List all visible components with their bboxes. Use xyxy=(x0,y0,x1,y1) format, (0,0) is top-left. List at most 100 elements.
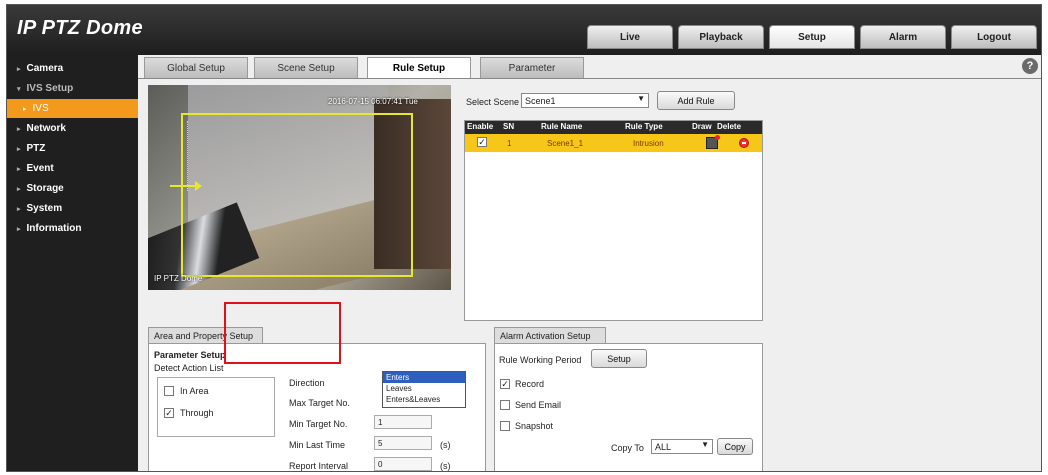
col-sn: SN xyxy=(503,122,515,131)
record-checkbox[interactable]: ✓ xyxy=(500,379,510,389)
main-content: Global Setup Scene Setup Rule Setup Para… xyxy=(138,55,1041,471)
sidebar-item-ptz[interactable]: ▸ PTZ xyxy=(7,139,138,158)
chevron-right-icon: ▸ xyxy=(17,145,21,153)
delete-icon[interactable] xyxy=(739,138,749,148)
max-target-label: Max Target No. xyxy=(289,398,350,408)
working-period-setup-button[interactable]: Setup xyxy=(591,349,647,368)
direction-dropdown-list[interactable]: Enters Leaves Enters&Leaves xyxy=(382,371,466,408)
rule-enable-checkbox[interactable]: ✓ xyxy=(477,137,487,147)
sidebar-item-information[interactable]: ▸ Information xyxy=(7,219,138,238)
direction-label: Direction xyxy=(289,378,325,388)
tab-divider xyxy=(138,78,1041,79)
through-label: Through xyxy=(180,408,214,418)
col-enable: Enable xyxy=(467,122,494,131)
app-window: IP PTZ Dome Live Playback Setup Alarm Lo… xyxy=(6,4,1042,472)
col-rule-type: Rule Type xyxy=(625,122,663,131)
add-rule-button[interactable]: Add Rule xyxy=(657,91,735,110)
snapshot-checkbox[interactable] xyxy=(500,421,510,431)
detect-action-label: Detect Action List xyxy=(154,363,224,373)
sidebar-item-label: IVS Setup xyxy=(26,83,74,94)
sidebar-item-label: PTZ xyxy=(26,143,46,154)
chevron-right-icon: ▸ xyxy=(17,165,21,173)
tab-rule-setup[interactable]: Rule Setup xyxy=(367,57,471,79)
nav-playback-button[interactable]: Playback xyxy=(678,25,764,49)
tab-alarm-activation-setup[interactable]: Alarm Activation Setup xyxy=(494,327,606,343)
copy-to-value: ALL xyxy=(655,441,672,452)
rules-table-header: Enable SN Rule Name Rule Type Draw Delet… xyxy=(465,121,762,134)
rule-region-rectangle[interactable] xyxy=(181,113,413,277)
detect-action-list: In Area ✓ Through xyxy=(157,377,275,437)
sidebar-item-network[interactable]: ▸ Network xyxy=(7,119,138,138)
tab-scene-setup[interactable]: Scene Setup xyxy=(254,57,358,79)
chevron-right-icon: ▸ xyxy=(17,225,21,233)
sidebar: ▸ Camera ▾ IVS Setup ▸ IVS ▸ Network ▸ PTZ ▸ E… xyxy=(7,55,138,471)
min-last-time-input[interactable]: 5 xyxy=(374,436,432,450)
nav-alarm-button[interactable]: Alarm xyxy=(860,25,946,49)
nav-logout-button[interactable]: Logout xyxy=(951,25,1037,49)
nav-setup-button[interactable]: Setup xyxy=(769,25,855,49)
send-email-checkbox[interactable] xyxy=(500,400,510,410)
tab-global-setup[interactable]: Global Setup xyxy=(144,57,248,79)
rules-table: Enable SN Rule Name Rule Type Draw Delet… xyxy=(464,120,763,321)
sidebar-item-system[interactable]: ▸ System xyxy=(7,199,138,218)
report-interval-unit: (s) xyxy=(440,461,451,471)
min-target-label: Min Target No. xyxy=(289,419,348,429)
col-rule-name: Rule Name xyxy=(541,122,583,131)
sidebar-item-label: System xyxy=(26,203,63,214)
video-preview[interactable]: 2016-07-15 06:07:41 Tue IP PTZ Dome xyxy=(148,85,451,290)
parameter-setup-title: Parameter Setup xyxy=(154,350,226,360)
direction-option-enters[interactable]: Enters xyxy=(383,372,465,383)
send-email-label: Send Email xyxy=(515,400,562,410)
chevron-right-icon: ▸ xyxy=(23,105,27,113)
osd-timestamp: 2016-07-15 06:07:41 Tue xyxy=(328,97,418,106)
direction-option-leaves[interactable]: Leaves xyxy=(383,383,465,394)
copy-to-label: Copy To xyxy=(611,443,644,453)
sidebar-item-ivs[interactable]: ▸ IVS xyxy=(7,99,138,118)
sidebar-item-label: Storage xyxy=(26,183,64,194)
min-last-time-label: Min Last Time xyxy=(289,440,346,450)
top-bar: IP PTZ Dome Live Playback Setup Alarm Lo… xyxy=(7,5,1041,55)
help-icon[interactable]: ? xyxy=(1022,58,1038,74)
app-title: IP PTZ Dome xyxy=(17,17,143,39)
select-scene-label: Select Scene xyxy=(466,97,520,107)
rule-type: Intrusion xyxy=(633,139,664,148)
report-interval-input[interactable]: 0 xyxy=(374,457,432,471)
record-label: Record xyxy=(515,379,545,389)
chevron-right-icon: ▸ xyxy=(17,185,21,193)
chevron-right-icon: ▸ xyxy=(17,65,21,73)
scene-select-value: Scene1 xyxy=(525,95,556,106)
sidebar-item-label: IVS xyxy=(32,103,49,114)
alarm-activation-panel: Rule Working Period Setup ✓ Record Send … xyxy=(494,343,763,471)
min-target-input[interactable]: 1 xyxy=(374,415,432,429)
rule-working-period-label: Rule Working Period xyxy=(499,355,582,365)
sidebar-item-label: Information xyxy=(26,223,82,234)
sidebar-item-ivs-setup[interactable]: ▾ IVS Setup xyxy=(7,79,138,98)
chevron-right-icon: ▸ xyxy=(17,125,21,133)
direction-option-enters-leaves[interactable]: Enters&Leaves xyxy=(383,394,465,405)
chevron-right-icon: ▸ xyxy=(17,205,21,213)
scene-select[interactable]: Scene1 ▼ xyxy=(521,93,649,108)
copy-button[interactable]: Copy xyxy=(717,438,753,455)
in-area-label: In Area xyxy=(180,386,209,396)
rule-sn: 1 xyxy=(507,139,512,148)
snapshot-label: Snapshot xyxy=(515,421,554,431)
highlight-box xyxy=(224,302,341,364)
in-area-checkbox[interactable] xyxy=(164,386,174,396)
sidebar-item-event[interactable]: ▸ Event xyxy=(7,159,138,178)
nav-live-button[interactable]: Live xyxy=(587,25,673,49)
draw-icon[interactable] xyxy=(706,135,720,149)
sidebar-item-camera[interactable]: ▸ Camera xyxy=(7,59,138,78)
col-delete: Delete xyxy=(717,122,742,131)
tab-parameter[interactable]: Parameter xyxy=(480,57,584,79)
sidebar-item-label: Camera xyxy=(26,63,64,74)
through-checkbox[interactable]: ✓ xyxy=(164,408,174,418)
sidebar-item-label: Event xyxy=(26,163,54,174)
report-interval-label: Report Interval xyxy=(289,461,349,471)
sidebar-item-storage[interactable]: ▸ Storage xyxy=(7,179,138,198)
rule-name: Scene1_1 xyxy=(547,139,584,148)
copy-to-select[interactable]: ALL ▼ xyxy=(651,439,713,454)
direction-arrow-icon xyxy=(170,181,202,191)
chevron-down-icon: ▼ xyxy=(637,94,645,103)
sidebar-item-label: Network xyxy=(26,123,66,134)
table-row[interactable]: ✓ 1 Scene1_1 Intrusion xyxy=(465,134,762,152)
